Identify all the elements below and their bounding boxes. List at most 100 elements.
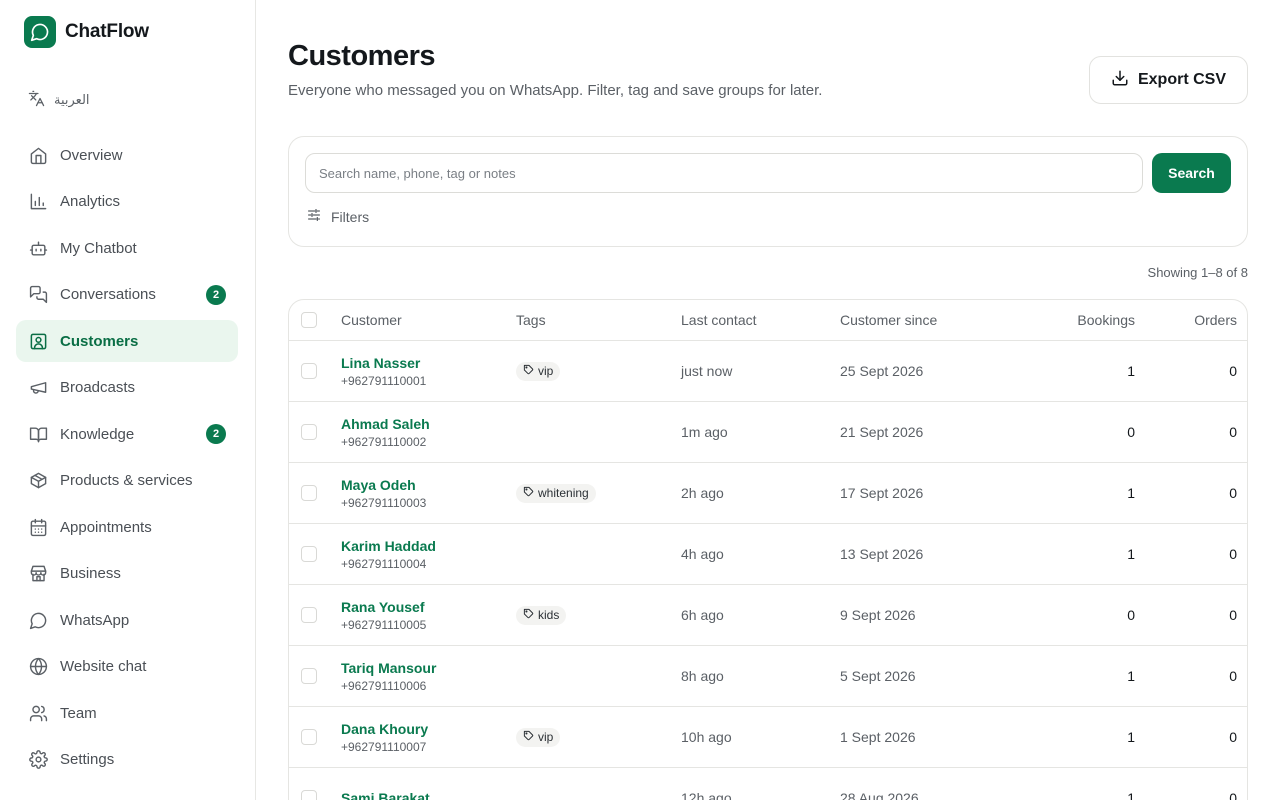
sidebar-item-label: Products & services xyxy=(60,472,193,489)
sidebar-nav: Overview Analytics My Chatbot Conversati… xyxy=(16,134,238,785)
table-row[interactable]: Karim Haddad +962791110004 4h ago 13 Sept 2… xyxy=(289,524,1247,585)
row-checkbox[interactable] xyxy=(301,607,317,623)
column-header-bookings[interactable]: Bookings xyxy=(1077,300,1135,340)
customer-since-value: 28 Aug 2026 xyxy=(840,790,919,800)
sidebar-item-website-chat[interactable]: Website chat xyxy=(16,646,238,688)
customer-name-link[interactable]: Rana Yousef xyxy=(341,599,426,615)
last-contact-value: 8h ago xyxy=(681,668,724,684)
tag-label: vip xyxy=(538,364,554,378)
tag-label: kids xyxy=(538,608,560,622)
customer-name-link[interactable]: Sami Barakat xyxy=(341,790,430,800)
download-icon xyxy=(1111,69,1129,92)
language-switch[interactable]: العربية xyxy=(28,90,90,110)
tag-chip[interactable]: kids xyxy=(516,605,567,625)
customer-name-link[interactable]: Ahmad Saleh xyxy=(341,416,430,432)
last-contact-value: 10h ago xyxy=(681,729,732,745)
table-row[interactable]: Dana Khoury +962791110007 vip 10h ago 1 Sept… xyxy=(289,707,1247,768)
brand[interactable]: ChatFlow xyxy=(24,16,149,48)
column-header-orders[interactable]: Orders xyxy=(1194,300,1237,340)
customer-name-link[interactable]: Maya Odeh xyxy=(341,477,426,493)
tag-icon xyxy=(523,364,534,378)
customer-name-link[interactable]: Karim Haddad xyxy=(341,538,436,554)
sidebar-item-analytics[interactable]: Analytics xyxy=(16,181,238,223)
row-checkbox[interactable] xyxy=(301,668,317,684)
sidebar-item-my-chatbot[interactable]: My Chatbot xyxy=(16,227,238,269)
sidebar-item-business[interactable]: Business xyxy=(16,553,238,595)
sidebar-item-whatsapp[interactable]: WhatsApp xyxy=(16,599,238,641)
tag-chip[interactable]: vip xyxy=(516,727,561,747)
store-icon xyxy=(28,564,48,584)
column-header-tags[interactable]: Tags xyxy=(516,300,546,340)
customer-cell: Dana Khoury +962791110007 xyxy=(341,707,428,767)
customer-since-value: 25 Sept 2026 xyxy=(840,363,924,379)
table-row[interactable]: Tariq Mansour +962791110006 8h ago 5 Sept 2… xyxy=(289,646,1247,707)
sidebar-item-label: Broadcasts xyxy=(60,379,136,396)
search-button[interactable]: Search xyxy=(1152,153,1231,193)
bookings-value: 1 xyxy=(1127,485,1135,501)
customer-phone: +962791110007 xyxy=(341,739,427,754)
table-row[interactable]: Ahmad Saleh +962791110002 1m ago 21 Sept 20… xyxy=(289,402,1247,463)
brand-name: ChatFlow xyxy=(65,21,149,42)
row-checkbox[interactable] xyxy=(301,485,317,501)
customer-phone: +962791110003 xyxy=(341,495,427,510)
sidebar-item-team[interactable]: Team xyxy=(16,692,238,734)
customer-phone: +962791110001 xyxy=(341,373,427,388)
tag-chip[interactable]: whitening xyxy=(516,483,596,503)
row-select-cell xyxy=(301,585,317,645)
tag-label: whitening xyxy=(538,486,589,500)
results-count: Showing 1–8 of 8 xyxy=(1147,265,1248,280)
orders-value: 0 xyxy=(1229,546,1237,562)
filters-label: Filters xyxy=(331,208,370,225)
bar-chart-icon xyxy=(28,192,48,212)
search-input[interactable] xyxy=(305,153,1143,193)
sidebar-item-appointments[interactable]: Appointments xyxy=(16,506,238,548)
tag-chip[interactable]: vip xyxy=(516,361,561,381)
page-title: Customers xyxy=(288,40,436,72)
table-row[interactable]: Maya Odeh +962791110003 whitening 2h ago 17 … xyxy=(289,463,1247,524)
table-row[interactable]: Sami Barakat 12h ago 28 Aug 2026 1 0 xyxy=(289,768,1247,800)
sidebar-item-customers[interactable]: Customers xyxy=(16,320,238,362)
tag-icon xyxy=(523,486,534,500)
tag-icon xyxy=(523,608,534,622)
row-select-cell xyxy=(301,646,317,706)
calendar-icon xyxy=(28,517,48,537)
customer-info: Tariq Mansour +962791110006 xyxy=(341,660,436,693)
customer-name-link[interactable]: Tariq Mansour xyxy=(341,660,436,676)
row-checkbox[interactable] xyxy=(301,546,317,562)
last-contact-value: 6h ago xyxy=(681,607,724,623)
page-subtitle: Everyone who messaged you on WhatsApp. F… xyxy=(288,82,823,99)
contact-icon xyxy=(28,331,48,351)
tag-icon xyxy=(523,730,534,744)
customer-name-link[interactable]: Dana Khoury xyxy=(341,721,428,737)
select-all-checkbox[interactable] xyxy=(301,312,317,328)
column-header-customer-since[interactable]: Customer since xyxy=(840,300,937,340)
last-contact-value: just now xyxy=(681,363,733,379)
sidebar-item-broadcasts[interactable]: Broadcasts xyxy=(16,367,238,409)
customer-name-link[interactable]: Lina Nasser xyxy=(341,355,426,371)
book-icon xyxy=(28,424,48,444)
table-row[interactable]: Lina Nasser +962791110001 vip just now 25 Se… xyxy=(289,341,1247,402)
table-row[interactable]: Rana Yousef +962791110005 kids 6h ago 9 Sept… xyxy=(289,585,1247,646)
filters-toggle[interactable]: Filters xyxy=(306,207,369,226)
row-checkbox[interactable] xyxy=(301,363,317,379)
bookings-value: 1 xyxy=(1127,546,1135,562)
unread-count-badge: 2 xyxy=(206,284,226,305)
sidebar-item-overview[interactable]: Overview xyxy=(16,134,238,176)
orders-value: 0 xyxy=(1229,668,1237,684)
export-csv-button[interactable]: Export CSV xyxy=(1089,56,1248,104)
sidebar-item-conversations[interactable]: Conversations 2 xyxy=(16,274,238,316)
row-checkbox[interactable] xyxy=(301,424,317,440)
sidebar-item-knowledge[interactable]: Knowledge 2 xyxy=(16,413,238,455)
column-header-customer[interactable]: Customer xyxy=(341,300,402,340)
sidebar-item-label: My Chatbot xyxy=(60,239,137,257)
row-checkbox[interactable] xyxy=(301,790,317,800)
customer-cell: Karim Haddad +962791110004 xyxy=(341,524,436,584)
row-checkbox[interactable] xyxy=(301,729,317,745)
row-select-cell xyxy=(301,463,317,523)
column-header-last-contact[interactable]: Last contact xyxy=(681,300,757,340)
tags-cell: whitening xyxy=(516,463,596,523)
orders-value: 0 xyxy=(1229,790,1237,800)
sidebar-item-products-services[interactable]: Products & services xyxy=(16,460,238,502)
last-contact-value: 2h ago xyxy=(681,485,724,501)
sidebar-item-settings[interactable]: Settings xyxy=(16,739,238,781)
